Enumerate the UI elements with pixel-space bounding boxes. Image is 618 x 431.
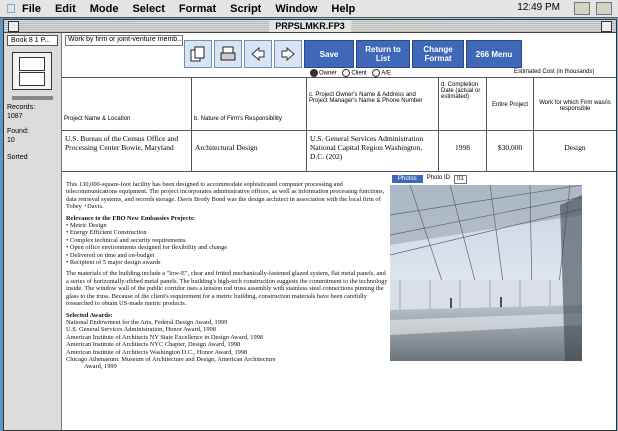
layout-selector[interactable]: Book 8 1 P... — [7, 35, 58, 46]
radio-owner-label: Owner — [319, 70, 337, 77]
book-lower-page[interactable] — [19, 72, 45, 86]
award-item: National Endowment for the Arts, Federal… — [66, 318, 228, 326]
header-completion: d. Completion Date (actual or estimated) — [439, 78, 487, 130]
relevance-heading: Relevance to the FBO New Embassies Proje… — [66, 214, 196, 222]
cell-completion[interactable]: 1998 — [439, 131, 487, 171]
photos-tab[interactable]: Photos — [392, 175, 423, 183]
project-description-field[interactable]: This 130,000-square-foot facility has be… — [66, 181, 388, 371]
menubar:  File Edit Mode Select Format Script Wi… — [0, 0, 618, 18]
database-window: PRPSLMKR.FP3 Book 8 1 P... Records: 1087… — [3, 19, 617, 431]
records-label: Records: — [7, 104, 36, 111]
arrow-left-icon — [251, 46, 265, 62]
return-to-list-button[interactable]: Return to List — [356, 40, 410, 68]
found-count: 10 — [7, 137, 15, 144]
record-layout: Work by firm or joint-venture memb... Sa… — [62, 33, 616, 430]
radio-ae[interactable] — [372, 69, 381, 77]
header-owner: c. Project Owner's Name & Address and Pr… — [307, 78, 439, 130]
cell-entire-cost[interactable]: $30,000 — [487, 131, 534, 171]
zoom-box-icon[interactable] — [601, 21, 612, 32]
photo-id-label: Photo ID — [426, 175, 451, 181]
status-area: Book 8 1 P... Records: 1087 Found: 10 So… — [4, 33, 62, 430]
bullet-item: • Energy Efficient Construction — [66, 229, 147, 237]
document-icon — [190, 46, 205, 62]
photo-controls: Photos Photo ID 01 — [392, 175, 467, 184]
radio-client-label: Client — [351, 70, 367, 77]
previous-record-button[interactable] — [244, 40, 272, 68]
menu-script[interactable]: Script — [230, 3, 261, 15]
menu-help[interactable]: Help — [331, 3, 355, 15]
window-title: PRPSLMKR.FP3 — [269, 20, 351, 32]
materials-paragraph: The materials of the building include a … — [66, 270, 388, 308]
menubar-status-icons — [574, 2, 612, 15]
bullet-item: • Delivered on time and on-budget — [66, 251, 155, 259]
projects-table-header: Project Name & Location b. Nature of Fir… — [62, 77, 616, 131]
award-item: U.S. General Services Administration, Ho… — [66, 326, 216, 334]
rolodex-book-icon[interactable] — [12, 52, 52, 90]
award-item: Chicago Athenaeum: Museum of Architectur… — [66, 355, 276, 363]
print-button[interactable] — [214, 40, 242, 68]
atrium-photo-image — [390, 185, 582, 361]
help-balloon-icon[interactable] — [596, 2, 612, 15]
apple-menu-icon[interactable]:  — [0, 1, 22, 16]
close-box-icon[interactable] — [8, 21, 19, 32]
award-item: American Institute of Architects NYC Cha… — [66, 341, 241, 349]
cell-work-cost[interactable]: Design — [534, 131, 616, 171]
sort-status: Sorted — [7, 154, 28, 161]
awards-heading: Selected Awards: — [66, 311, 113, 319]
radio-client[interactable] — [342, 69, 351, 77]
estimated-cost-header: Estimated Cost (in thousands) — [514, 69, 595, 75]
radio-owner[interactable] — [310, 69, 318, 77]
description-paragraph: This 130,000-square-foot facility has be… — [66, 181, 385, 211]
cell-owner[interactable]: U.S. General Services Administration Nat… — [307, 131, 439, 171]
header-entire-project: Entire Project — [487, 78, 534, 130]
bullet-item: • Complex technical and security require… — [66, 236, 186, 244]
menu-file[interactable]: File — [22, 3, 41, 15]
menubar-clock: 12:49 PM — [517, 2, 560, 13]
change-format-button[interactable]: Change Format — [412, 40, 464, 68]
cell-project[interactable]: U.S. Bureau of the Census Office and Pro… — [62, 131, 192, 171]
award-item: Award, 1999 — [84, 363, 117, 371]
role-radio-group: Owner Client A/E — [310, 69, 391, 77]
bullet-item: • Metric Design — [66, 222, 107, 230]
record-slider[interactable] — [12, 96, 53, 100]
project-photo — [390, 185, 582, 361]
table-row: U.S. Bureau of the Census Office and Pro… — [62, 131, 616, 172]
window-titlebar[interactable]: PRPSLMKR.FP3 — [4, 20, 616, 33]
menu-button[interactable]: 266 Menu — [466, 40, 522, 68]
photo-id-field[interactable]: 01 — [454, 175, 467, 184]
award-item: American Institute of Architects NY Stat… — [66, 333, 264, 341]
menu-mode[interactable]: Mode — [90, 3, 119, 15]
printer-icon — [220, 46, 236, 61]
menu-select[interactable]: Select — [132, 3, 164, 15]
records-count: 1087 — [7, 113, 23, 120]
menu-edit[interactable]: Edit — [55, 3, 76, 15]
layout-toolbar: Save Return to List Change Format 266 Me… — [184, 40, 522, 68]
bullet-item: • Open office environments designed for … — [66, 244, 228, 252]
menu-format[interactable]: Format — [179, 3, 216, 15]
new-record-button[interactable] — [184, 40, 212, 68]
header-project: Project Name & Location — [62, 78, 192, 130]
arrow-right-icon — [281, 46, 295, 62]
application-switcher-icon[interactable] — [574, 2, 590, 15]
book-upper-page[interactable] — [19, 57, 45, 71]
next-record-button[interactable] — [274, 40, 302, 68]
header-nature: b. Nature of Firm's Responsibility — [192, 78, 307, 130]
radio-ae-label: A/E — [381, 70, 392, 77]
bullet-item: • Recipient of 5 major design awards — [66, 259, 161, 267]
menu-window[interactable]: Window — [275, 3, 317, 15]
header-work-responsible: Work for which Firm was/is responsible — [539, 100, 611, 112]
found-label: Found: — [7, 128, 29, 135]
award-item: American Institute of Architects Washing… — [66, 348, 248, 356]
firm-role-field[interactable]: Work by firm or joint-venture memb... — [65, 35, 183, 46]
save-button[interactable]: Save — [304, 40, 354, 68]
cell-nature[interactable]: Architectural Design — [192, 131, 307, 171]
